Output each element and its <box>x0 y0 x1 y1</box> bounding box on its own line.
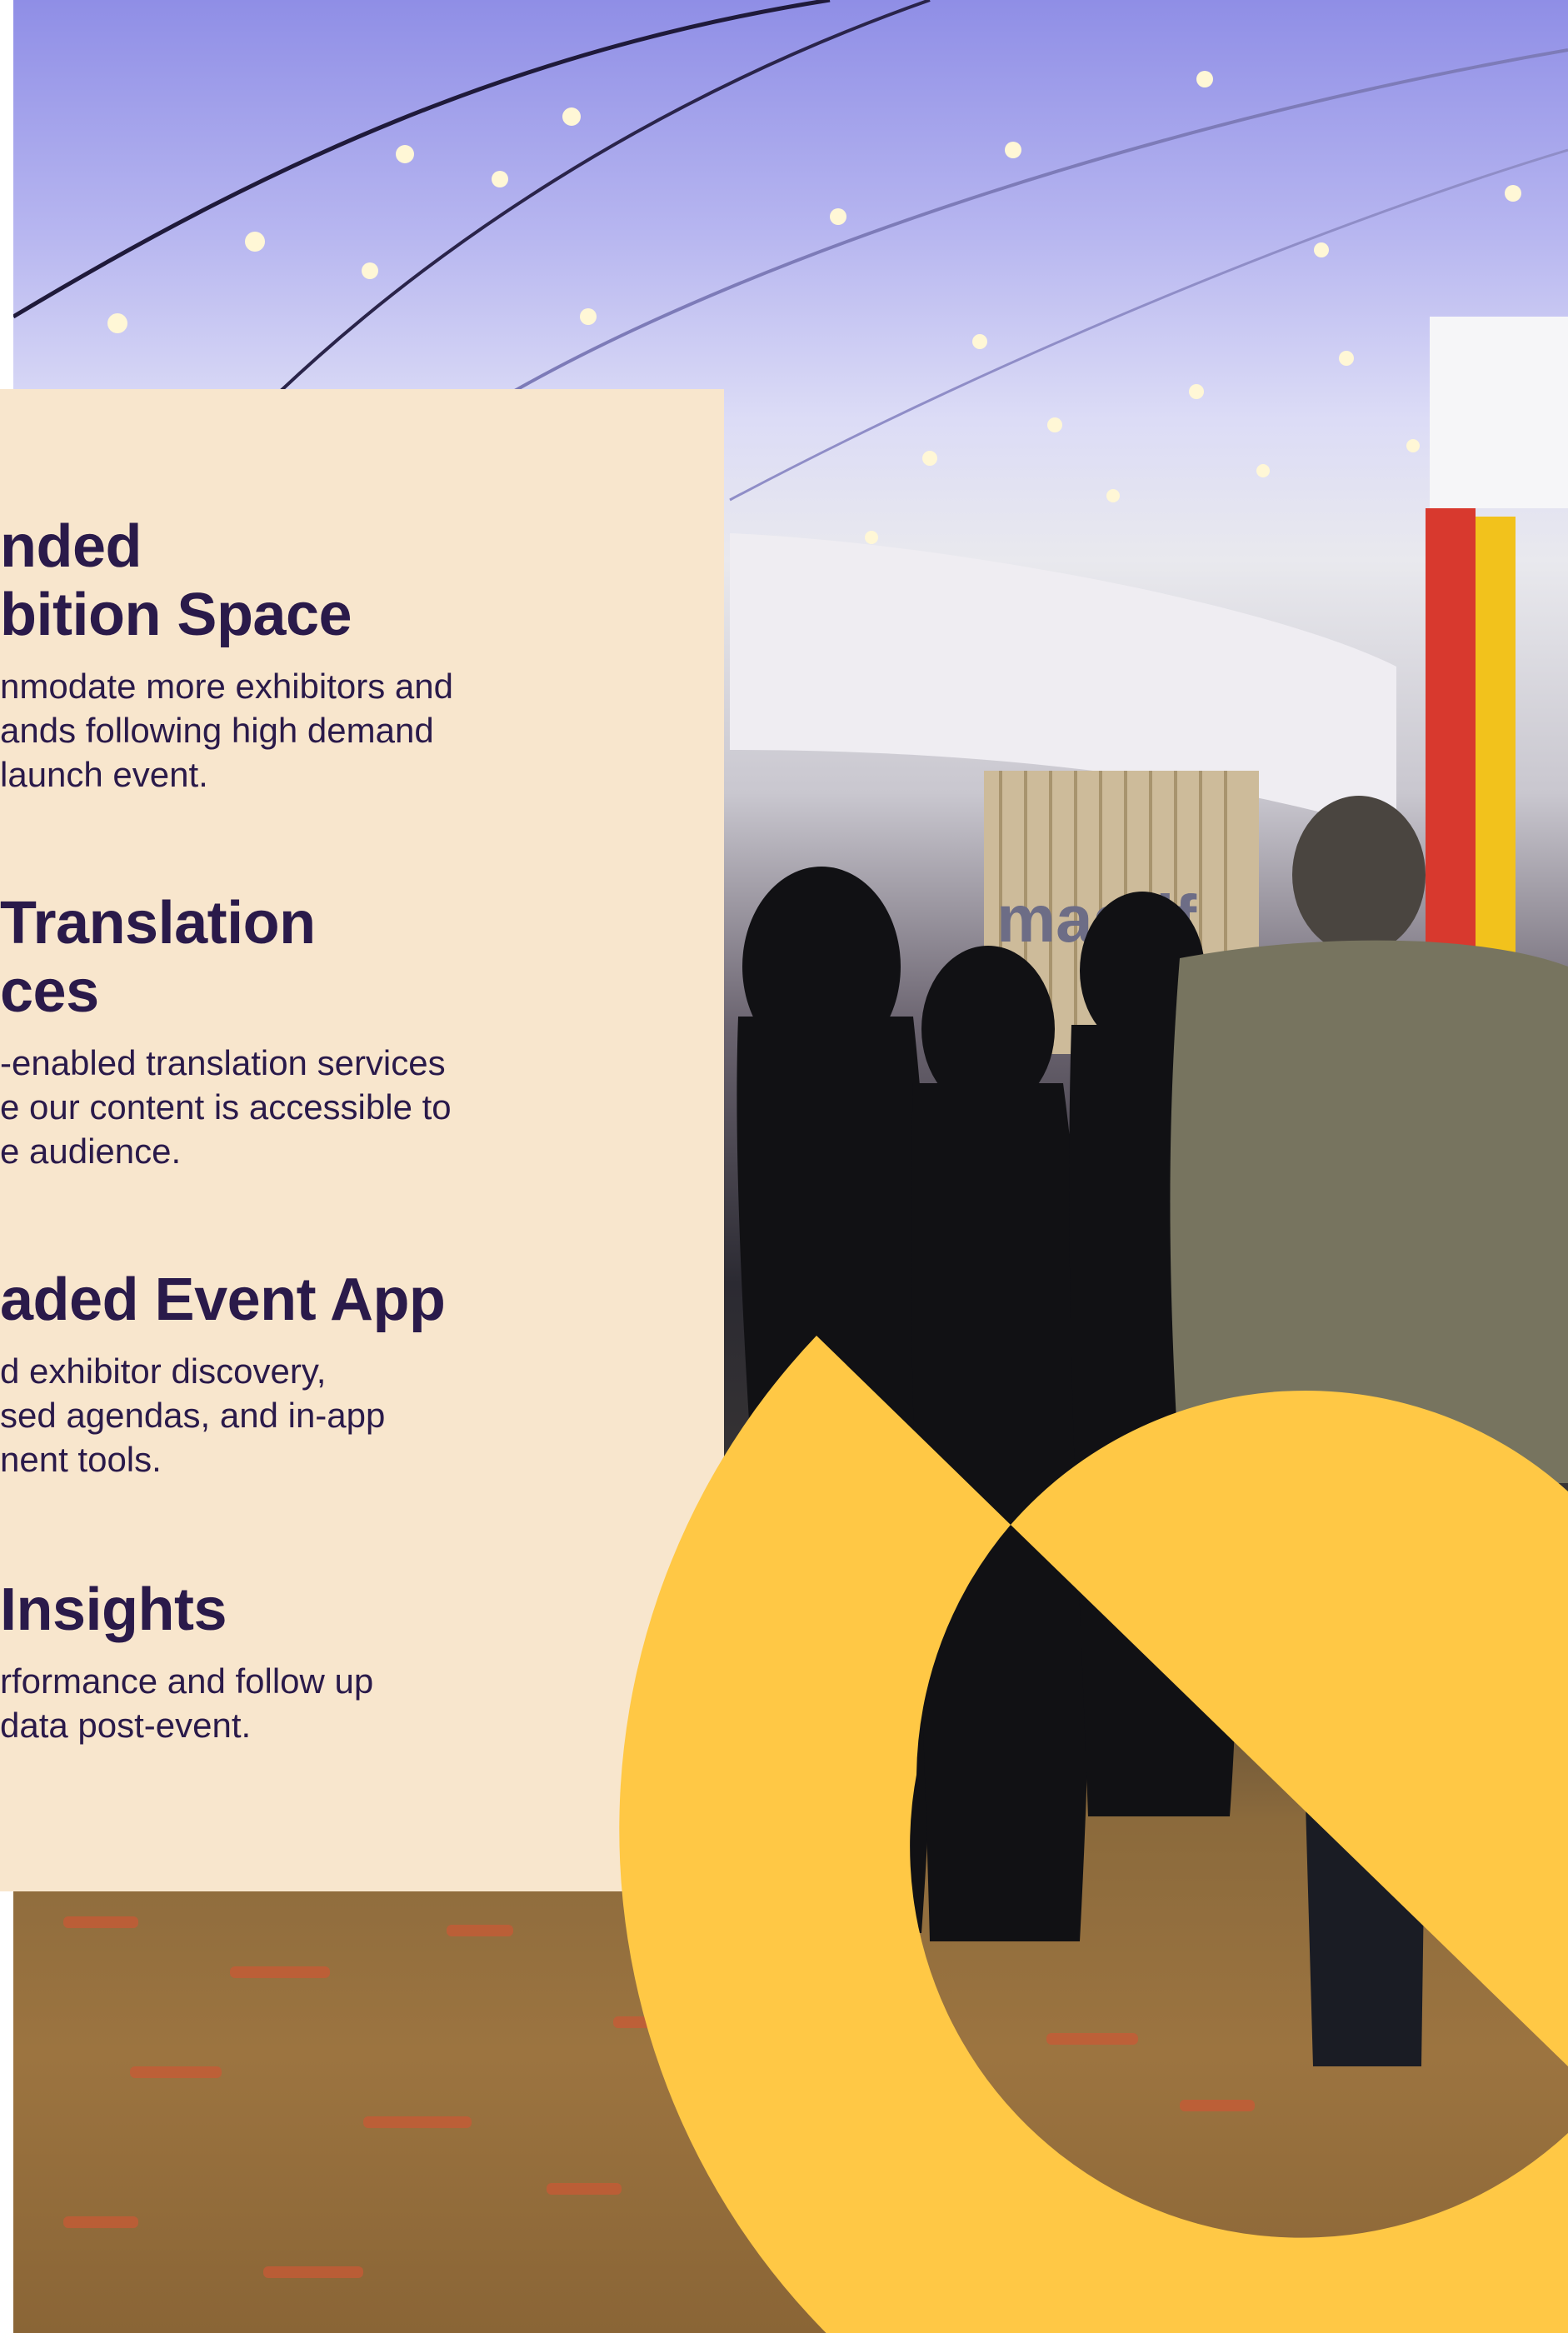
brand-shapes <box>619 1336 1568 2333</box>
yellow-wedge-shape <box>1011 1390 1568 2066</box>
